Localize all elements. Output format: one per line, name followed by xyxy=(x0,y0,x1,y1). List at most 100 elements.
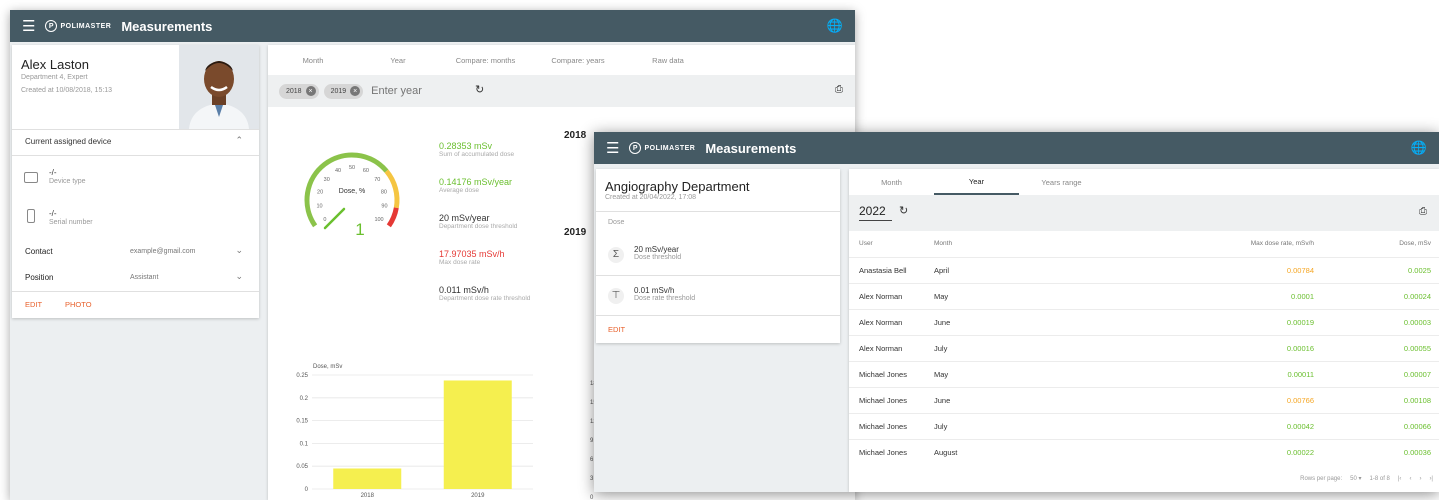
y-tick-label: 0.1 xyxy=(300,441,309,447)
stats-list: 0.28353 mSv Sum of accumulated dose 0.1417… xyxy=(439,141,530,321)
cell-max-dose-rate: 0.00019 xyxy=(1286,317,1314,327)
close-icon[interactable]: × xyxy=(350,86,361,96)
cell-dose: 0.0025 xyxy=(1408,265,1431,275)
dose-threshold-label: Dose threshold xyxy=(634,254,682,261)
close-icon[interactable]: × xyxy=(305,86,316,96)
gauge-tick-label: 60 xyxy=(363,168,369,174)
year-chip[interactable]: 2019 × xyxy=(323,83,364,99)
table-row[interactable]: Anastasia Bell April 0.00784 0.0025 xyxy=(849,257,1439,283)
chevron-up-icon[interactable]: ⌃ xyxy=(235,135,243,146)
column-month[interactable]: Month xyxy=(934,231,1104,257)
department-card: Angiography Department Created at 20/04/… xyxy=(596,169,840,343)
profile-created: Created at 10/08/2018, 15:13 xyxy=(21,87,113,94)
stat-label: Average dose xyxy=(439,187,479,194)
logo-icon: P xyxy=(45,20,58,32)
stat-label: Department dose threshold xyxy=(439,223,518,230)
tab-raw-data[interactable]: Raw data xyxy=(623,56,713,65)
globe-icon[interactable]: 🌐 xyxy=(1411,140,1427,156)
first-page-icon[interactable]: |‹ xyxy=(1398,476,1402,482)
cell-max-dose-rate: 0.00011 xyxy=(1287,369,1314,379)
cell-user: Michael Jones xyxy=(859,395,907,405)
next-page-icon[interactable]: › xyxy=(1419,476,1421,482)
rows-per-page-value: 50 xyxy=(1350,476,1357,482)
year-label-2019: 2019 xyxy=(564,227,587,238)
stat-label: Max dose rate xyxy=(439,259,481,266)
stat-label: Sum of accumulated dose xyxy=(439,151,515,158)
gauge-arc-red xyxy=(386,207,399,228)
year-chip[interactable]: 2018 × xyxy=(279,83,319,99)
serial-icon xyxy=(27,209,35,223)
bar-2018 xyxy=(333,468,402,489)
cell-month: July xyxy=(934,421,948,431)
cell-max-dose-rate: 0.0001 xyxy=(1291,291,1314,301)
chevron-down-icon[interactable]: ⌄ xyxy=(235,271,243,282)
cell-max-dose-rate: 0.00766 xyxy=(1286,395,1314,405)
avatar[interactable] xyxy=(179,45,259,129)
table-row[interactable]: Alex Norman May 0.0001 0.00024 xyxy=(849,283,1439,309)
gauge-tick-label: 0 xyxy=(323,217,326,223)
print-icon[interactable]: ⎙ xyxy=(835,84,843,95)
tab-month[interactable]: Month xyxy=(849,178,934,187)
print-icon[interactable]: ⎙ xyxy=(1419,206,1427,217)
edit-button[interactable]: EDIT xyxy=(25,300,42,309)
tab-compare-years[interactable]: Compare: years xyxy=(533,56,623,65)
table-row[interactable]: Michael Jones August 0.00022 0.00036 xyxy=(849,439,1439,465)
tab-years-range[interactable]: Years range xyxy=(1019,178,1104,187)
prev-page-icon[interactable]: ‹ xyxy=(1409,476,1411,482)
logo-icon: P xyxy=(629,142,642,154)
cell-user: Alex Norman xyxy=(859,317,903,327)
table-row[interactable]: Alex Norman June 0.00019 0.00003 xyxy=(849,309,1439,335)
menu-icon[interactable]: ☰ xyxy=(606,139,619,157)
brand-name: POLIMASTER xyxy=(644,144,696,152)
dose-gauge: 0102030405060708090100 Dose, % 1 xyxy=(304,152,400,239)
table-row[interactable]: Alex Norman July 0.00016 0.00055 xyxy=(849,335,1439,361)
brand-logo: P POLIMASTER xyxy=(629,142,695,154)
filter-toolbar: 2018× 2019× ↻ ⎙ xyxy=(268,75,855,107)
year-field[interactable]: 2022 xyxy=(859,204,892,221)
stat-value: 20 mSv/year xyxy=(439,213,490,223)
stat-label: Department dose rate threshold xyxy=(439,295,531,302)
chevron-down-icon[interactable]: ⌄ xyxy=(235,245,243,256)
app-bar: ☰ P POLIMASTER Measurements 🌐 xyxy=(10,10,855,42)
gauge-tick-label: 80 xyxy=(381,189,387,195)
stat-item: 0.011 mSv/h Department dose rate threshol… xyxy=(439,285,530,302)
year-input[interactable] xyxy=(371,85,472,97)
dose-table-panel: Month Year Years range 2022 ↻ ⎙ User Mon… xyxy=(849,169,1439,492)
menu-icon[interactable]: ☰ xyxy=(22,17,35,35)
photo-button[interactable]: PHOTO xyxy=(65,300,92,309)
dose-threshold-value: 20 mSv/year xyxy=(634,245,679,254)
gauge-tick-label: 50 xyxy=(349,165,355,171)
rows-per-page-select[interactable]: 50 ▾ xyxy=(1350,475,1361,482)
refresh-icon[interactable]: ↻ xyxy=(899,204,908,217)
stat-value: 0.14176 mSv/year xyxy=(439,177,513,187)
cell-user: Michael Jones xyxy=(859,369,907,379)
column-dose[interactable]: Dose, mSv xyxy=(1314,231,1439,257)
table-header: User Month Max dose rate, mSv/h Dose, mS… xyxy=(849,231,1439,257)
device-section-header: Current assigned device xyxy=(25,137,112,146)
dose-table: User Month Max dose rate, mSv/h Dose, mS… xyxy=(849,231,1439,465)
brand-name: POLIMASTER xyxy=(60,22,112,30)
table-row[interactable]: Michael Jones June 0.00766 0.00108 xyxy=(849,387,1439,413)
tab-compare-months[interactable]: Compare: months xyxy=(438,56,533,65)
gauge-tick-label: 20 xyxy=(317,189,323,195)
chip-label: 2019 xyxy=(330,87,347,95)
y-tick-label: 0.15 xyxy=(296,419,308,425)
table-row[interactable]: Michael Jones July 0.00042 0.00066 xyxy=(849,413,1439,439)
refresh-icon[interactable]: ↻ xyxy=(475,83,484,96)
column-user[interactable]: User xyxy=(849,231,934,257)
last-page-icon[interactable]: ›| xyxy=(1429,476,1433,482)
tab-year[interactable]: Year xyxy=(358,56,438,65)
cell-month: August xyxy=(934,447,958,457)
gauge-arc-yellow xyxy=(384,169,400,209)
dose-rate-threshold-value: 0.01 mSv/h xyxy=(634,286,675,295)
globe-icon[interactable]: 🌐 xyxy=(827,18,843,34)
tab-year[interactable]: Year xyxy=(934,169,1019,195)
period-tabs: Month Year Years range xyxy=(849,169,1104,195)
stat-value: 0.011 mSv/h xyxy=(439,285,489,295)
gauge-tick-label: 100 xyxy=(374,217,383,223)
column-max-dose-rate[interactable]: Max dose rate, mSv/h xyxy=(1104,231,1314,257)
edit-button[interactable]: EDIT xyxy=(608,325,625,334)
table-row[interactable]: Michael Jones May 0.00011 0.00007 xyxy=(849,361,1439,387)
tab-month[interactable]: Month xyxy=(268,56,358,65)
cell-dose: 0.00066 xyxy=(1403,421,1431,431)
